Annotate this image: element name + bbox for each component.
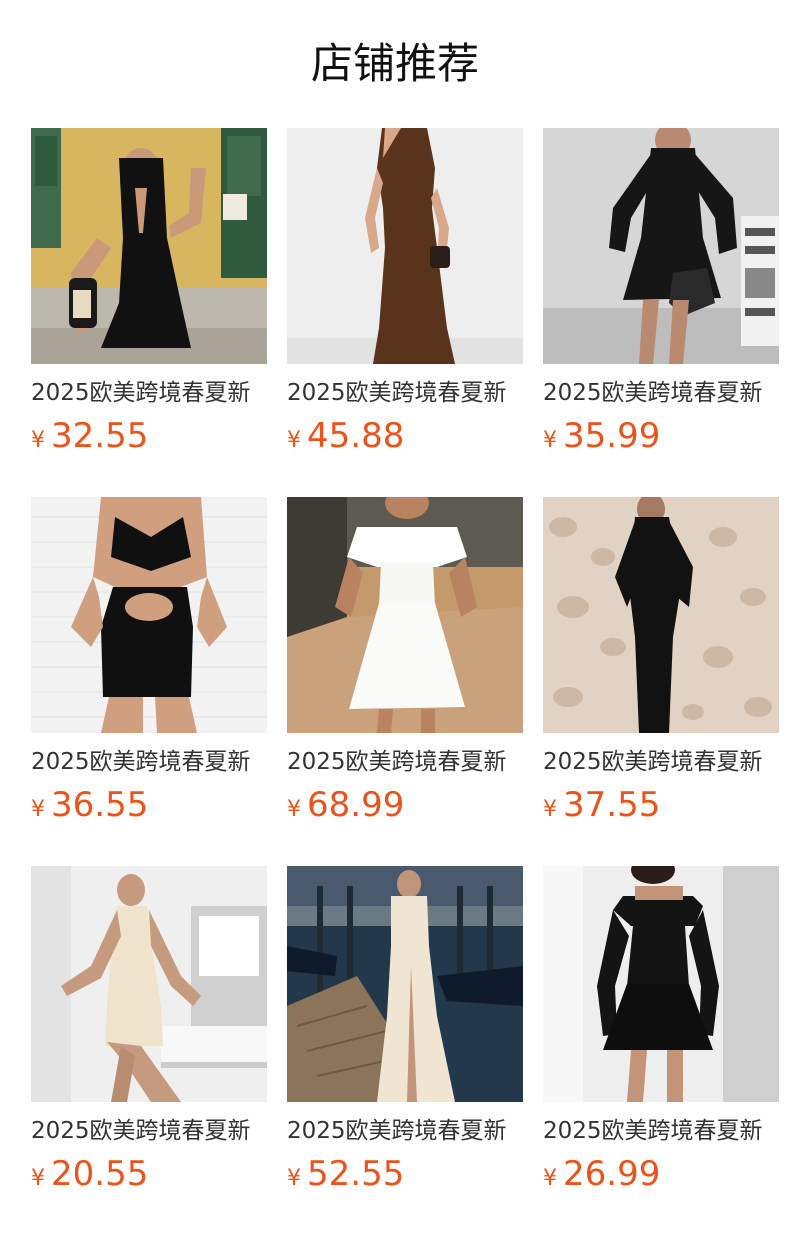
product-price: ¥35.99 (543, 416, 779, 462)
product-card[interactable]: 2025欧美跨境春夏新 ¥37.55 (543, 497, 779, 866)
price-amount: 68.99 (307, 785, 405, 825)
product-card[interactable]: 2025欧美跨境春夏新 ¥32.55 (31, 128, 267, 497)
price-amount: 26.99 (563, 1154, 661, 1194)
product-image[interactable] (287, 866, 523, 1102)
product-price: ¥68.99 (287, 785, 523, 831)
price-amount: 52.55 (307, 1154, 405, 1194)
product-name[interactable]: 2025欧美跨境春夏新 (287, 378, 523, 408)
product-name[interactable]: 2025欧美跨境春夏新 (543, 747, 779, 777)
product-card[interactable]: 2025欧美跨境春夏新 ¥26.99 (543, 866, 779, 1235)
currency-symbol: ¥ (543, 428, 557, 453)
product-price: ¥45.88 (287, 416, 523, 462)
product-image[interactable] (543, 866, 779, 1102)
product-name[interactable]: 2025欧美跨境春夏新 (543, 1116, 779, 1146)
product-price: ¥32.55 (31, 416, 267, 462)
product-name[interactable]: 2025欧美跨境春夏新 (31, 378, 267, 408)
currency-symbol: ¥ (543, 1166, 557, 1191)
product-card[interactable]: 2025欧美跨境春夏新 ¥45.88 (287, 128, 523, 497)
price-amount: 45.88 (307, 416, 405, 456)
product-image[interactable] (31, 497, 267, 733)
product-name[interactable]: 2025欧美跨境春夏新 (543, 378, 779, 408)
product-card[interactable]: 2025欧美跨境春夏新 ¥35.99 (543, 128, 779, 497)
price-amount: 36.55 (51, 785, 149, 825)
currency-symbol: ¥ (543, 797, 557, 822)
currency-symbol: ¥ (287, 797, 301, 822)
product-image[interactable] (31, 128, 267, 364)
product-name[interactable]: 2025欧美跨境春夏新 (31, 1116, 267, 1146)
product-price: ¥36.55 (31, 785, 267, 831)
product-grid: 2025欧美跨境春夏新 ¥32.55 2025欧美跨境春夏新 ¥45.88 20… (31, 128, 779, 1235)
price-amount: 20.55 (51, 1154, 149, 1194)
product-image[interactable] (31, 866, 267, 1102)
product-name[interactable]: 2025欧美跨境春夏新 (287, 1116, 523, 1146)
price-amount: 35.99 (563, 416, 661, 456)
product-price: ¥20.55 (31, 1154, 267, 1200)
product-image[interactable] (287, 497, 523, 733)
product-card[interactable]: 2025欧美跨境春夏新 ¥20.55 (31, 866, 267, 1235)
product-price: ¥37.55 (543, 785, 779, 831)
product-name[interactable]: 2025欧美跨境春夏新 (31, 747, 267, 777)
section-title: 店铺推荐 (310, 39, 479, 88)
product-name[interactable]: 2025欧美跨境春夏新 (287, 747, 523, 777)
currency-symbol: ¥ (31, 797, 45, 822)
product-image[interactable] (543, 497, 779, 733)
product-card[interactable]: 2025欧美跨境春夏新 ¥52.55 (287, 866, 523, 1235)
price-amount: 37.55 (563, 785, 661, 825)
product-image[interactable] (287, 128, 523, 364)
currency-symbol: ¥ (287, 428, 301, 453)
product-image[interactable] (543, 128, 779, 364)
product-card[interactable]: 2025欧美跨境春夏新 ¥36.55 (31, 497, 267, 866)
product-price: ¥26.99 (543, 1154, 779, 1200)
currency-symbol: ¥ (31, 428, 45, 453)
product-card[interactable]: 2025欧美跨境春夏新 ¥68.99 (287, 497, 523, 866)
product-price: ¥52.55 (287, 1154, 523, 1200)
price-amount: 32.55 (51, 416, 149, 456)
currency-symbol: ¥ (31, 1166, 45, 1191)
currency-symbol: ¥ (287, 1166, 301, 1191)
